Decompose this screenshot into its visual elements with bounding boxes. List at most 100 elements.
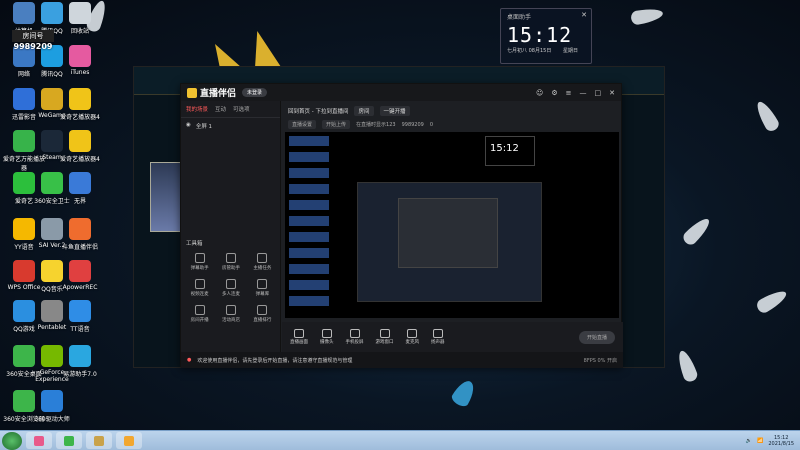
preview-desktop-icons [289, 136, 329, 311]
camera-icon [321, 329, 332, 338]
streaming-app-window[interactable]: 直播伴侣 未登录 ☺ ⚙ ≡ — □ ✕ 我的场景 互动 可选项 ◉ 全屏 1 … [180, 83, 623, 368]
speaker-button[interactable]: 扬声器 [431, 329, 445, 345]
tool-item[interactable]: 弹幕助手 [184, 253, 215, 271]
desktop-icon[interactable]: 爱奇艺播放器4 [58, 130, 102, 163]
app-icon [69, 88, 91, 110]
taskbar-app-streaming[interactable] [116, 432, 142, 449]
desktop-icon-label: 爱奇艺播放器4 [60, 156, 100, 163]
desktop-icon-label: TT语音 [70, 326, 90, 333]
scene-item[interactable]: ◉ 全屏 1 [181, 118, 280, 134]
tool-icon [194, 305, 205, 315]
room-link[interactable]: 回到首页 - 下拉到直播间 [288, 107, 348, 115]
live-settings-pill[interactable]: 直播设置 [288, 120, 317, 129]
app-icon [69, 300, 91, 322]
desktop-icon[interactable]: TT语音 [58, 300, 102, 333]
taskbar-app-360[interactable] [56, 432, 82, 449]
tool-icon [257, 253, 268, 263]
source-game-button[interactable]: 游戏窗口 [376, 329, 394, 345]
start-live-button[interactable]: 开始直播 [578, 330, 615, 344]
desktop-icon-label: 360驱动大师 [34, 416, 70, 423]
app-titlebar[interactable]: 直播伴侣 未登录 ☺ ⚙ ≡ — □ ✕ [181, 84, 621, 101]
tab-interact[interactable]: 互动 [215, 105, 226, 113]
room-label: 房间号 [12, 30, 54, 42]
preview-clock: 15:12 [485, 136, 535, 166]
taskbar-app-game-client[interactable] [86, 432, 112, 449]
window-controls: ☺ ⚙ ≡ — □ ✕ [536, 89, 615, 97]
streaming-app-icon [124, 435, 134, 446]
room-pill[interactable]: 房间 [354, 106, 374, 116]
tool-icon [225, 253, 236, 263]
media-app-icon [34, 435, 44, 446]
volume-icon[interactable]: 🔊 [746, 438, 752, 444]
app-icon [41, 390, 63, 412]
live-header: 回到首页 - 下拉到直播间 房间 一键开播 直播设置 开始上传 在直播时显示12… [282, 101, 623, 133]
source-camera-button[interactable]: 摄像头 [320, 329, 334, 345]
taskbar: 🔊 📶 15:12 2021/8/15 [0, 430, 800, 450]
network-icon[interactable]: 📶 [757, 438, 763, 444]
user-icon[interactable]: ☺ [536, 89, 543, 97]
tool-icon [225, 279, 236, 289]
app-icon [69, 218, 91, 240]
app-icon [69, 45, 91, 67]
start-button[interactable] [2, 431, 22, 450]
app-title: 直播伴侣 [200, 89, 237, 99]
tool-item[interactable]: 视频连麦 [184, 279, 215, 297]
live-preview[interactable]: 15:12 [285, 132, 619, 318]
desktop-icon[interactable]: iTunes [58, 45, 102, 76]
tool-item[interactable]: 直播排行 [247, 305, 278, 323]
room-id-text: 9989209 [401, 121, 424, 128]
quick-start-pill[interactable]: 一键开播 [379, 106, 410, 116]
close-icon[interactable]: ✕ [609, 89, 615, 97]
login-button[interactable]: 未登录 [242, 88, 268, 97]
desktop-icon[interactable]: 爱奇艺播放器4 [58, 88, 102, 121]
tool-item[interactable]: 多人连麦 [215, 279, 246, 297]
scene-panel: 我的场景 互动 可选项 ◉ 全屏 1 工具箱 弹幕助手 房管助手 主播任务 视频… [181, 101, 281, 368]
source-phone-button[interactable]: 手机投屏 [346, 329, 364, 345]
status-metrics: 8FPS 0% 开启 [583, 357, 617, 364]
taskbar-app-media[interactable] [26, 432, 52, 449]
live-header-row-2: 直播设置 开始上传 在直播时显示123 9989209 0 [282, 118, 623, 131]
wallpaper-feather [630, 6, 664, 26]
desktop-icon-label: ApowerREC [62, 284, 98, 291]
upload-pill[interactable]: 开始上传 [322, 120, 351, 129]
desktop-icon[interactable]: 回收站 [58, 2, 102, 35]
tab-my-scenes[interactable]: 我的场景 [186, 105, 208, 113]
tab-options[interactable]: 可选项 [233, 105, 250, 113]
eye-icon[interactable]: ◉ [186, 122, 191, 130]
tool-item[interactable]: 主播任务 [247, 253, 278, 271]
wallpaper-feather [449, 377, 479, 409]
live-info-text: 在直播时显示123 [356, 122, 396, 128]
tool-icon [257, 279, 268, 289]
wallpaper-feather [680, 214, 714, 248]
desktop-icon[interactable]: 斗鱼直播伴侣 [58, 218, 102, 251]
desktop-icon[interactable]: ApowerREC [58, 260, 102, 291]
tray-clock[interactable]: 15:12 2021/8/15 [768, 435, 794, 447]
tool-item[interactable]: 房管助手 [215, 253, 246, 271]
clock-weekday: 星期日 [563, 48, 579, 54]
source-toolbar: 直播画面 摄像头 手机投屏 游戏窗口 麦克风 扬声器 开始直播 [282, 322, 623, 352]
room-number-badge: 房间号 9989209 [12, 30, 54, 51]
tool-icon [194, 279, 205, 289]
settings-icon[interactable]: ⚙ [551, 89, 557, 97]
desktop-icon-label: 爱奇艺播放器4 [60, 114, 100, 121]
maximize-icon[interactable]: □ [595, 89, 602, 97]
menu-icon[interactable]: ≡ [566, 89, 572, 97]
tool-item[interactable]: 弹幕库 [247, 279, 278, 297]
microphone-button[interactable]: 麦克风 [406, 329, 419, 345]
tool-item[interactable]: 活动商店 [215, 305, 246, 323]
tool-item[interactable]: 房间开播 [184, 305, 215, 323]
clock-widget[interactable]: 桌面助手 ✕ 15:12 七月初八 08月15日 星期日 [500, 8, 592, 64]
wallpaper-feather [754, 286, 790, 316]
toolbox-title: 工具箱 [186, 241, 203, 247]
desktop-icon[interactable]: 易游助手7.0 [58, 345, 102, 378]
desktop-icon[interactable]: 360驱动大师 [30, 390, 74, 423]
app-icon [69, 345, 91, 367]
preview-nested-window-inner [398, 198, 498, 268]
close-icon[interactable]: ✕ [581, 11, 587, 19]
viewer-count: 0 [429, 121, 434, 128]
source-screen-button[interactable]: 直播画面 [290, 329, 308, 345]
desktop-icon[interactable]: 无界 [58, 172, 102, 205]
clock-time: 15:12 [507, 23, 573, 47]
minimize-icon[interactable]: — [580, 89, 587, 97]
phone-icon [349, 329, 360, 338]
